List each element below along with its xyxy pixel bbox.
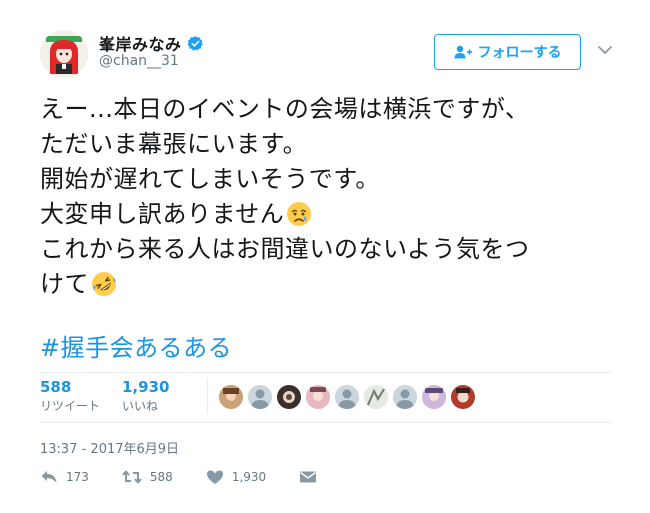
hashtag-link[interactable]: #握手会あるある	[40, 328, 232, 363]
verified-badge-icon	[187, 35, 204, 52]
avatar[interactable]	[40, 30, 88, 78]
action-bar: 173 588 1,930	[40, 469, 358, 485]
tweet-text: えー...本日のイベントの会場は横浜ですが、 ただいま幕張にいます。 開始が遅れ…	[40, 92, 620, 302]
direct-message-button[interactable]	[299, 470, 325, 484]
liker-avatar[interactable]	[248, 385, 272, 409]
tweet-line-with-emoji: けて	[40, 267, 620, 302]
liker-avatar[interactable]	[335, 385, 359, 409]
liker-avatar[interactable]	[364, 385, 388, 409]
retweet-action-count: 588	[149, 470, 173, 484]
tweet-timestamp[interactable]: 13:37 - 2017年6月9日	[40, 438, 179, 457]
user-name-row[interactable]: 峯岸みなみ	[99, 31, 204, 55]
divider	[40, 372, 611, 373]
liker-avatar[interactable]	[422, 385, 446, 409]
tweet-line: えー...本日のイベントの会場は横浜ですが、	[40, 95, 530, 123]
person-add-icon	[454, 45, 472, 59]
retweet-label: リツイート	[40, 399, 101, 413]
retweet-button[interactable]: 588	[122, 469, 173, 485]
retweet-count: 588	[40, 378, 72, 396]
like-action-count: 1,930	[231, 470, 267, 484]
liker-avatar[interactable]	[306, 385, 330, 409]
envelope-icon	[300, 471, 317, 483]
tweet-line-with-emoji: 大変申し訳ありません	[40, 197, 620, 232]
tweet-line: 大変申し訳ありません	[40, 200, 285, 228]
display-name[interactable]: 峯岸みなみ	[99, 31, 182, 55]
liker-avatar[interactable]	[277, 385, 301, 409]
like-count: 1,930	[122, 378, 170, 396]
like-button[interactable]: 1,930	[206, 469, 266, 485]
liker-avatar[interactable]	[219, 385, 243, 409]
reply-count: 173	[66, 470, 89, 484]
retweet-icon	[122, 470, 142, 484]
crying-face-emoji	[287, 202, 312, 226]
follow-button-label: フォローする	[477, 45, 562, 61]
retweet-stat[interactable]: 588 リツイート	[40, 378, 100, 414]
tweet-line: けて	[40, 270, 89, 298]
rolling-on-floor-laughing-emoji	[92, 272, 116, 296]
follow-button[interactable]: フォローする	[434, 34, 581, 70]
tweet-line: ただいま幕張にいます。	[40, 130, 308, 158]
like-stat[interactable]: 1,930 いいね	[122, 378, 169, 414]
tweet-line: これから来る人はお間違いのないよう気をつ	[40, 235, 530, 263]
divider	[40, 422, 611, 423]
liker-avatar[interactable]	[451, 385, 475, 409]
tweet-line: 開始が遅れてしまいそうです。	[40, 165, 380, 193]
reply-icon	[41, 471, 57, 483]
liker-avatar[interactable]	[393, 385, 417, 409]
liker-avatars	[219, 385, 480, 409]
stat-separator	[207, 378, 208, 414]
user-handle[interactable]: @chan__31	[99, 53, 179, 69]
like-label: いいね	[122, 399, 159, 413]
reply-button[interactable]: 173	[40, 469, 89, 485]
chevron-down-icon[interactable]	[597, 45, 613, 55]
heart-icon	[206, 470, 223, 484]
